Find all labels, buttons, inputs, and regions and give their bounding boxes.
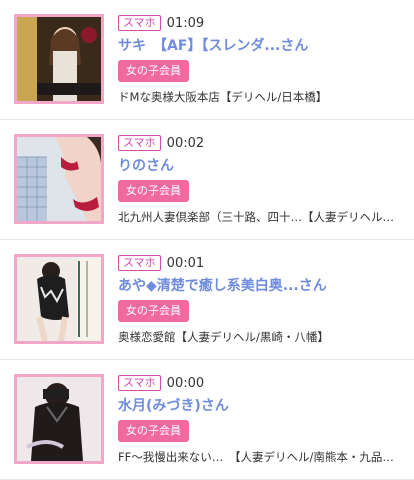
member-badge: 女の子会員 — [118, 300, 189, 322]
shop-name[interactable]: 奥様恋愛館【人妻デリヘル/黒崎・八幡】 — [118, 329, 406, 345]
post-list: スマホ 01:09 サキ 【AF】【スレンダ...さん 女の子会員 ドMな奥様大… — [0, 0, 414, 480]
shop-name[interactable]: FF〜我慢出来ない… 【人妻デリヘル/南熊本・九品… — [118, 449, 406, 465]
meta-row: スマホ 00:00 — [118, 374, 204, 392]
photo-woman-icon[interactable] — [14, 374, 104, 464]
list-item[interactable]: スマホ 00:02 りのさん 女の子会員 北九州人妻倶楽部（三十路、四十…【人妻… — [0, 120, 414, 240]
device-badge: スマホ — [118, 15, 161, 31]
post-time: 01:09 — [166, 15, 205, 31]
girl-name-link[interactable]: 水月(みづき)さん — [118, 395, 404, 415]
member-badge: 女の子会員 — [118, 60, 189, 82]
list-item[interactable]: スマホ 00:01 あや◆清楚で癒し系美白奥...さん 女の子会員 奥様恋愛館【… — [0, 240, 414, 360]
list-item[interactable]: スマホ 01:09 サキ 【AF】【スレンダ...さん 女の子会員 ドMな奥様大… — [0, 0, 414, 120]
shop-name[interactable]: ドMな奥様大阪本店【デリヘル/日本橋】 — [118, 89, 406, 105]
photo-woman-icon[interactable] — [14, 14, 104, 104]
meta-row: スマホ 01:09 — [118, 14, 204, 32]
member-badge: 女の子会員 — [118, 420, 189, 442]
post-time: 00:00 — [166, 375, 205, 391]
meta-row: スマホ 00:02 — [118, 134, 204, 152]
meta-row: スマホ 00:01 — [118, 254, 204, 272]
member-badge: 女の子会員 — [118, 180, 189, 202]
list-item[interactable]: スマホ 00:00 水月(みづき)さん 女の子会員 FF〜我慢出来ない… 【人妻… — [0, 360, 414, 480]
device-badge: スマホ — [118, 255, 161, 271]
girl-name-link[interactable]: あや◆清楚で癒し系美白奥...さん — [118, 275, 404, 295]
post-time: 00:01 — [166, 255, 205, 271]
photo-woman-icon[interactable] — [14, 134, 104, 224]
device-badge: スマホ — [118, 375, 161, 391]
girl-name-link[interactable]: りのさん — [118, 155, 404, 175]
post-time: 00:02 — [166, 135, 205, 151]
girl-name-link[interactable]: サキ 【AF】【スレンダ...さん — [118, 35, 404, 55]
shop-name[interactable]: 北九州人妻倶楽部（三十路、四十…【人妻デリヘル… — [118, 209, 406, 225]
device-badge: スマホ — [118, 135, 161, 151]
photo-woman-icon[interactable] — [14, 254, 104, 344]
